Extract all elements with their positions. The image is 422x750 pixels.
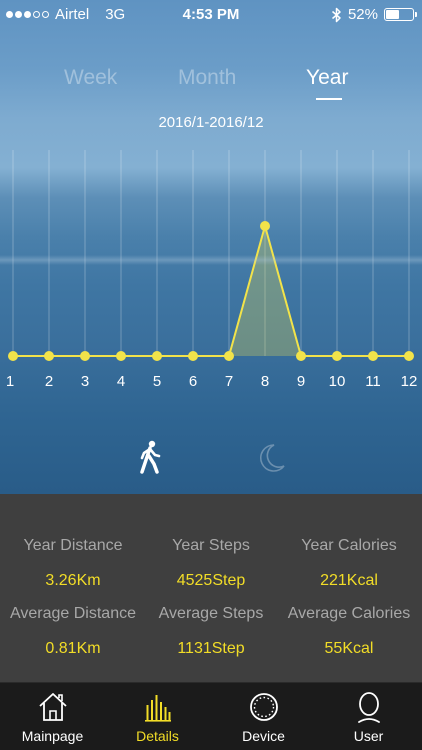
nav-label-details: Details: [136, 728, 179, 744]
chart-point: [296, 351, 306, 361]
chart-x-tick-label: 10: [329, 373, 346, 390]
bottom-tab-bar: Mainpage Details Device User: [0, 682, 422, 750]
home-icon: [38, 693, 67, 721]
chart-x-tick-label: 9: [297, 373, 305, 390]
nav-mainpage[interactable]: Mainpage: [0, 683, 105, 750]
chart-point: [404, 351, 414, 361]
chart-x-tick-label: 7: [225, 373, 233, 390]
sleep-mode-button[interactable]: [256, 438, 285, 478]
chart-x-tick-label: 3: [81, 373, 89, 390]
hero-background: Airtel 3G 4:53 PM 52% Week Month Year 20…: [0, 0, 422, 494]
average-calories-label: Average Calories: [287, 605, 411, 622]
status-bar: Airtel 3G 4:53 PM 52%: [0, 0, 422, 30]
chart-point: [152, 351, 162, 361]
chart-point: [332, 351, 342, 361]
tab-week[interactable]: Week: [64, 66, 117, 90]
chart-point: [80, 351, 90, 361]
chart-point: [224, 351, 234, 361]
tab-month[interactable]: Month: [178, 66, 236, 90]
bar-chart-icon: [144, 695, 171, 722]
chart-x-tick-label: 6: [189, 373, 197, 390]
stats-panel: Year Distance 3.26Km Year Steps 4525Step…: [0, 494, 422, 682]
chart-x-tick-label: 5: [153, 373, 161, 390]
chart-x-tick-label: 1: [6, 373, 14, 390]
average-distance-label: Average Distance: [10, 605, 136, 622]
battery-fill: [386, 10, 399, 19]
chart-point: [188, 351, 198, 361]
walking-mode-button[interactable]: [136, 438, 164, 478]
year-calories-value: 221Kcal: [320, 572, 378, 589]
chart-point: [116, 351, 126, 361]
chart-point: [44, 351, 54, 361]
year-calories-label: Year Calories: [301, 537, 397, 554]
tab-year[interactable]: Year: [306, 66, 348, 90]
status-right: 52%: [331, 6, 417, 23]
average-steps-label: Average Steps: [158, 605, 264, 622]
date-range: 2016/1-2016/12: [158, 114, 264, 131]
chart-x-tick-label: 12: [401, 373, 418, 390]
chart-point: [260, 221, 270, 231]
battery-icon: [384, 8, 417, 21]
moon-icon: [259, 444, 285, 472]
average-distance-value: 0.81Km: [45, 640, 101, 657]
chart-x-tick-label: 2: [45, 373, 53, 390]
nav-label-user: User: [353, 728, 384, 744]
chart-line: [13, 222, 409, 357]
yearly-steps-chart: 1 2 3 4 5 6 7 8 9 10 11 12: [6, 150, 418, 390]
chart-point: [368, 351, 378, 361]
average-steps-value: 1131Step: [177, 640, 245, 657]
chart-x-tick-label: 11: [365, 373, 381, 390]
user-icon: [357, 692, 380, 723]
period-tabs: Week Month Year: [0, 66, 422, 106]
year-distance-label: Year Distance: [23, 537, 123, 554]
year-steps-value: 4525Step: [176, 572, 246, 589]
nav-user[interactable]: User: [316, 683, 421, 750]
nav-details[interactable]: Details: [105, 683, 210, 750]
bluetooth-icon: [331, 7, 341, 22]
nav-device[interactable]: Device: [211, 683, 316, 750]
walking-icon: [140, 440, 161, 474]
year-steps-label: Year Steps: [172, 537, 250, 554]
year-distance-value: 3.26Km: [45, 572, 101, 589]
nav-label-device: Device: [242, 728, 285, 744]
chart-x-tick-label: 4: [117, 373, 125, 390]
nav-label-mainpage: Mainpage: [21, 728, 84, 744]
watch-icon: [249, 693, 278, 721]
chart-point: [8, 351, 18, 361]
average-calories-value: 55Kcal: [324, 640, 374, 657]
chart-area: [13, 226, 409, 356]
battery-percent: 52%: [347, 6, 378, 23]
active-tab-underline: [316, 98, 342, 100]
chart-x-tick-label: 8: [261, 373, 269, 390]
activity-mode-switch: [0, 438, 422, 478]
